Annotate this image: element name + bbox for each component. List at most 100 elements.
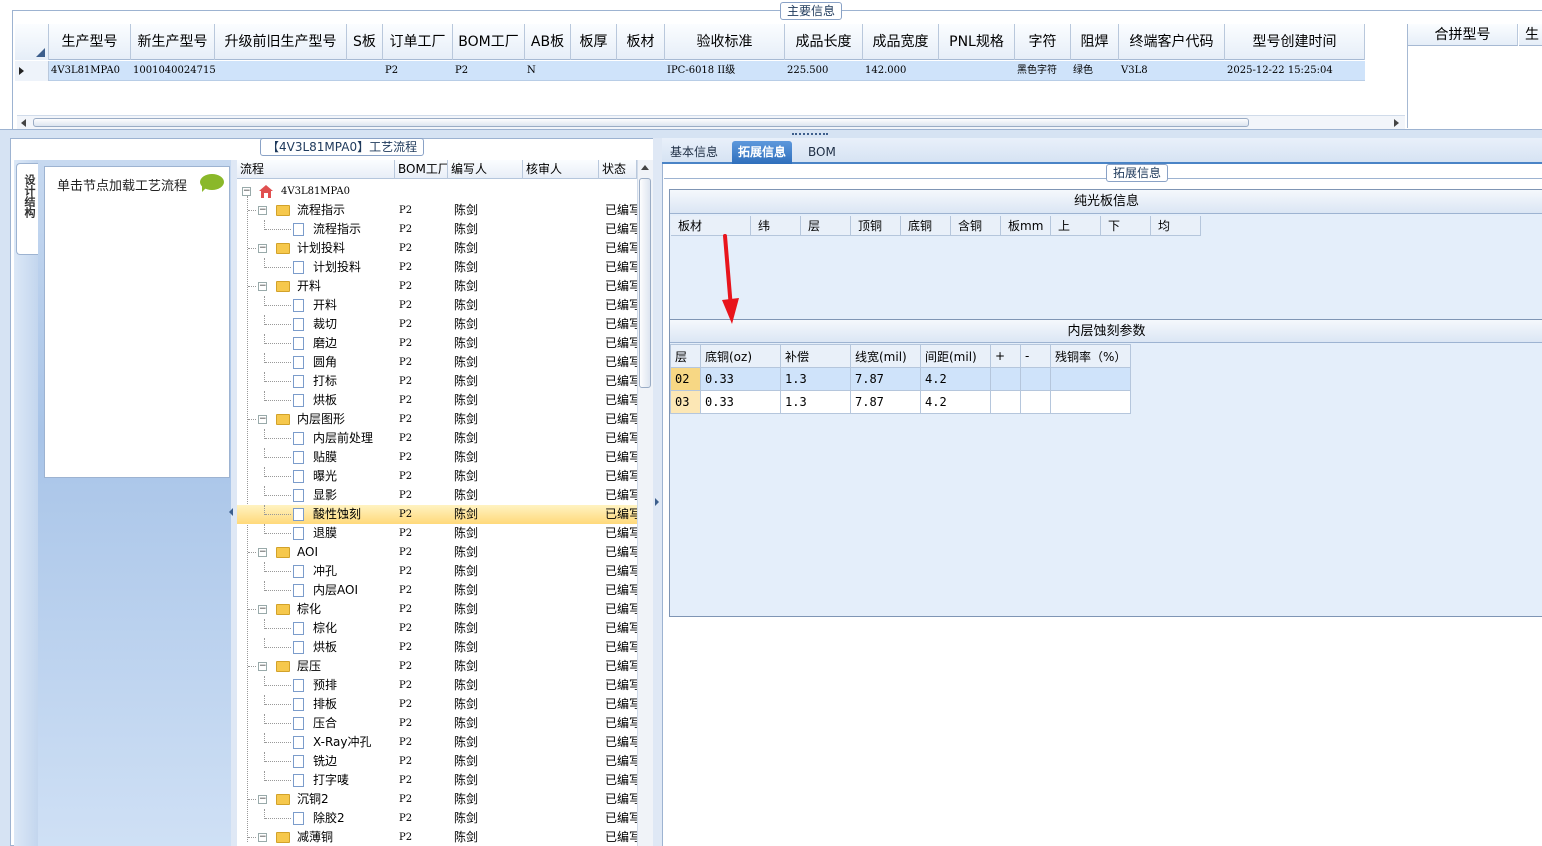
tree-row[interactable]: 烘板 P2 陈剑 已编写 xyxy=(237,638,637,657)
main-cell[interactable]: 绿色 xyxy=(1071,61,1119,81)
main-col-header[interactable]: 成品长度 xyxy=(785,24,863,60)
tree-row[interactable]: 流程指示 P2 陈剑 已编写 xyxy=(237,220,637,239)
inner-etch-row[interactable]: 03 0.33 1.3 7.87 4.2 xyxy=(670,390,1131,414)
inner-etch-col-header[interactable]: 层 xyxy=(670,344,701,368)
inner-etch-col-header[interactable]: 补偿 xyxy=(780,344,851,368)
collapse-icon[interactable]: − xyxy=(258,415,267,424)
bare-board-col-header[interactable]: 上 xyxy=(1051,216,1101,236)
tree-row[interactable]: 压合 P2 陈剑 已编写 xyxy=(237,714,637,733)
tree-row[interactable]: − 流程指示 P2 陈剑 已编写 xyxy=(237,201,637,220)
collapse-icon[interactable]: − xyxy=(242,187,251,196)
main-col-header[interactable]: 验收标准 xyxy=(665,24,785,60)
main-col-header[interactable]: 生产型号 xyxy=(49,24,131,60)
main-cell[interactable]: 2025-12-22 15:25:04 xyxy=(1225,61,1365,81)
inner-etch-table[interactable]: 层底铜(oz) 补偿 线宽(mil) 间距(mil) + - 残铜率（%） 02 0.33 1.3… xyxy=(670,344,1131,414)
inner-etch-cell[interactable]: 0.33 xyxy=(700,390,781,414)
tab-bom[interactable]: BOM xyxy=(802,141,842,164)
tree-row[interactable]: − 开料 P2 陈剑 已编写 xyxy=(237,277,637,296)
main-col-header[interactable]: 板厚 xyxy=(571,24,617,60)
bare-board-col-header[interactable]: 层 xyxy=(801,216,851,236)
inner-etch-cell[interactable] xyxy=(1050,390,1131,414)
scroll-right-icon[interactable] xyxy=(1394,119,1399,127)
main-cell[interactable]: N xyxy=(525,61,571,81)
tree-row[interactable]: 贴膜 P2 陈剑 已编写 xyxy=(237,448,637,467)
inner-etch-col-header[interactable]: 残铜率（%） xyxy=(1050,344,1131,368)
tab-basic-info[interactable]: 基本信息 xyxy=(664,141,724,164)
tree-row[interactable]: 内层前处理 P2 陈剑 已编写 xyxy=(237,429,637,448)
tree-row[interactable]: 打字唛 P2 陈剑 已编写 xyxy=(237,771,637,790)
inner-etch-cell[interactable] xyxy=(990,390,1021,414)
main-cell[interactable] xyxy=(617,61,665,81)
collapse-left-icon[interactable] xyxy=(229,508,233,516)
main-col-header[interactable]: 型号创建时间 xyxy=(1225,24,1365,60)
main-col-header[interactable]: S板 xyxy=(347,24,383,60)
inner-etch-cell[interactable]: 1.3 xyxy=(780,390,851,414)
main-col-header[interactable]: 订单工厂 xyxy=(383,24,453,60)
collapse-right-icon[interactable] xyxy=(655,498,659,506)
main-col-header[interactable]: 成品宽度 xyxy=(863,24,939,60)
tree-row[interactable]: 打标 P2 陈剑 已编写 xyxy=(237,372,637,391)
tree-row[interactable]: 除胶2 P2 陈剑 已编写 xyxy=(237,809,637,828)
inner-etch-cell[interactable]: 7.87 xyxy=(850,367,921,391)
collapse-icon[interactable]: − xyxy=(258,795,267,804)
main-cell[interactable] xyxy=(347,61,383,81)
inner-etch-cell[interactable] xyxy=(1020,390,1051,414)
tree-root-row[interactable]: − 4V3L81MPA0 xyxy=(237,182,637,201)
bare-board-col-header[interactable]: 均 xyxy=(1151,216,1201,236)
main-cell[interactable]: P2 xyxy=(383,61,453,81)
nav-tree-box[interactable] xyxy=(44,166,230,478)
main-col-header[interactable]: BOM工厂 xyxy=(453,24,525,60)
main-cell[interactable] xyxy=(939,61,1015,81)
inner-etch-cell[interactable]: 0.33 xyxy=(700,367,781,391)
inner-etch-row[interactable]: 02 0.33 1.3 7.87 4.2 xyxy=(670,367,1131,391)
main-cell[interactable]: 225.500 xyxy=(785,61,863,81)
tree-row[interactable]: 计划投料 P2 陈剑 已编写 xyxy=(237,258,637,277)
horizontal-splitter[interactable] xyxy=(0,130,1542,138)
tree-row[interactable]: − 棕化 P2 陈剑 已编写 xyxy=(237,600,637,619)
tree-row[interactable]: 开料 P2 陈剑 已编写 xyxy=(237,296,637,315)
tree-col-header[interactable]: 核审人 xyxy=(523,160,599,179)
hscroll-thumb[interactable] xyxy=(33,118,1249,127)
inner-etch-cell[interactable]: 03 xyxy=(670,390,701,414)
inner-etch-cell[interactable]: 4.2 xyxy=(920,367,991,391)
inner-etch-cell[interactable]: 4.2 xyxy=(920,390,991,414)
tree-row[interactable]: − 计划投料 P2 陈剑 已编写 xyxy=(237,239,637,258)
tree-row[interactable]: 裁切 P2 陈剑 已编写 xyxy=(237,315,637,334)
tree-row[interactable]: 退膜 P2 陈剑 已编写 xyxy=(237,524,637,543)
tree-row[interactable]: 冲孔 P2 陈剑 已编写 xyxy=(237,562,637,581)
inner-etch-col-header[interactable]: + xyxy=(990,344,1021,368)
center-splitter[interactable] xyxy=(653,138,662,846)
inner-etch-cell[interactable]: 02 xyxy=(670,367,701,391)
tree-row[interactable]: − AOI P2 陈剑 已编写 xyxy=(237,543,637,562)
bare-board-col-header[interactable]: 底铜 xyxy=(901,216,951,236)
main-col-header[interactable]: 阻焊 xyxy=(1071,24,1119,60)
collapse-icon[interactable]: − xyxy=(258,282,267,291)
bare-board-col-header[interactable]: 下 xyxy=(1101,216,1151,236)
tree-row[interactable]: 预排 P2 陈剑 已编写 xyxy=(237,676,637,695)
tree-col-header[interactable]: 状态 xyxy=(599,160,637,179)
bare-board-col-header[interactable]: 含铜 xyxy=(951,216,1001,236)
inner-etch-cell[interactable]: 1.3 xyxy=(780,367,851,391)
bare-board-col-header[interactable]: 板mm xyxy=(1001,216,1051,236)
collapse-icon[interactable]: − xyxy=(258,662,267,671)
main-col-header[interactable]: 新生产型号 xyxy=(131,24,215,60)
grid-corner[interactable] xyxy=(15,24,49,60)
bare-board-col-header[interactable]: 纬 xyxy=(751,216,801,236)
tree-row[interactable]: − 内层图形 P2 陈剑 已编写 xyxy=(237,410,637,429)
scroll-up-icon[interactable] xyxy=(641,165,649,170)
tree-col-header[interactable]: 编写人 xyxy=(448,160,523,179)
collapse-icon[interactable]: − xyxy=(258,244,267,253)
collapse-icon[interactable]: − xyxy=(258,548,267,557)
inner-etch-col-header[interactable]: 线宽(mil) xyxy=(850,344,921,368)
tree-row[interactable]: 棕化 P2 陈剑 已编写 xyxy=(237,619,637,638)
tree-col-header[interactable]: BOM工厂 xyxy=(395,160,448,179)
process-tree-grid[interactable]: 流程 BOM工厂 编写人 核审人 状态 −4V3L81MPA0− 流程指示 P2 陈剑 已编写流… xyxy=(237,160,637,846)
main-cell[interactable]: V3L8 xyxy=(1119,61,1225,81)
main-cell[interactable]: 4V3L81MPA0 xyxy=(49,61,131,81)
tree-row[interactable]: − 层压 P2 陈剑 已编写 xyxy=(237,657,637,676)
bare-board-col-header[interactable]: 板材 xyxy=(671,216,751,236)
main-col-header[interactable]: 字符 xyxy=(1015,24,1071,60)
main-info-grid[interactable]: 生产型号 新生产型号 升级前旧生产型号 S板 订单工厂 BOM工厂 AB板 板厚 板材 验收标准成… xyxy=(15,24,1407,128)
tree-row[interactable]: X-Ray冲孔 P2 陈剑 已编写 xyxy=(237,733,637,752)
inner-etch-cell[interactable] xyxy=(1020,367,1051,391)
